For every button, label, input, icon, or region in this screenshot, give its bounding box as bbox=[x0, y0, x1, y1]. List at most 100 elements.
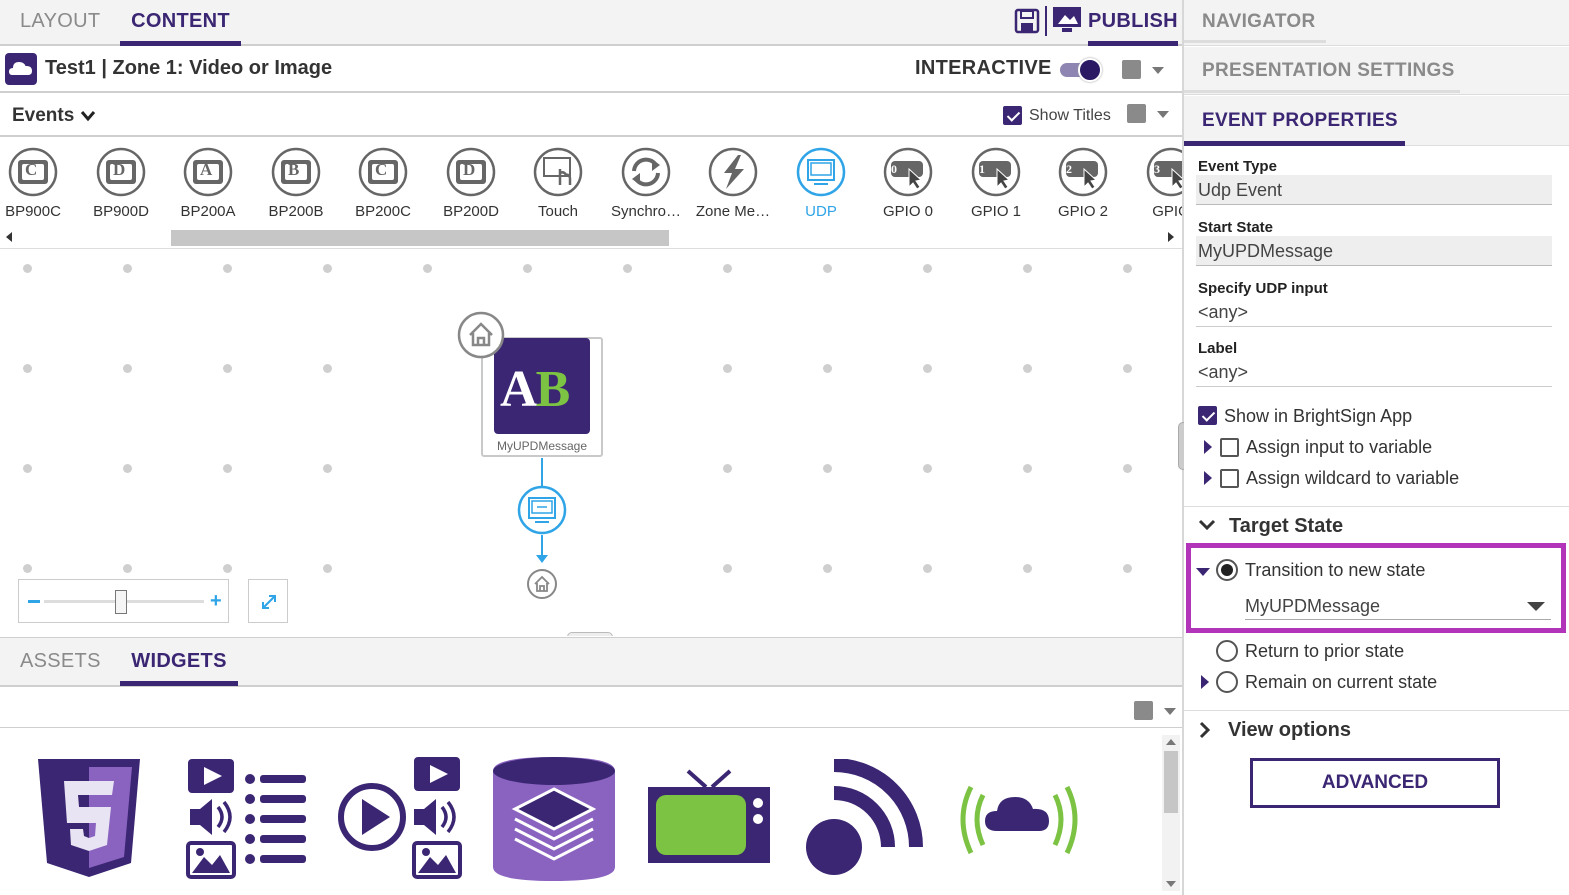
palette-item-bp900d[interactable]: D BP900D bbox=[76, 139, 166, 229]
remain-current-radio[interactable] bbox=[1216, 671, 1238, 693]
interactive-toggle[interactable] bbox=[1060, 58, 1102, 82]
grid-dot bbox=[723, 364, 732, 373]
divider-2 bbox=[1184, 710, 1569, 711]
advanced-button[interactable]: ADVANCED bbox=[1250, 758, 1500, 808]
palette-glyph: 1 bbox=[979, 162, 985, 176]
layers-widget-icon[interactable] bbox=[491, 755, 617, 885]
palette-item-gpio-2[interactable]: 2 GPIO 2 bbox=[1038, 139, 1128, 229]
scroll-up-icon[interactable] bbox=[1166, 739, 1176, 745]
home-state-icon[interactable] bbox=[457, 311, 505, 359]
zoom-out-icon[interactable] bbox=[28, 600, 40, 603]
palette-item-synchro-[interactable]: Synchro… bbox=[601, 139, 691, 229]
widgets-scroll-thumb[interactable] bbox=[1164, 751, 1178, 813]
widgets-scrollbar[interactable] bbox=[1162, 735, 1180, 891]
cloud-feed-widget-icon[interactable] bbox=[953, 775, 1085, 865]
tab-navigator[interactable]: NAVIGATOR bbox=[1184, 0, 1569, 46]
tab-content[interactable]: CONTENT bbox=[120, 0, 241, 46]
show-in-app-checkbox[interactable] bbox=[1198, 406, 1217, 425]
target-home-icon[interactable] bbox=[526, 568, 558, 600]
view-options-title[interactable]: View options bbox=[1228, 719, 1351, 742]
target-state-title[interactable]: Target State bbox=[1229, 515, 1343, 538]
widgets-color-swatch[interactable] bbox=[1134, 701, 1153, 720]
grid-dot bbox=[1123, 564, 1132, 573]
zone-color-swatch[interactable] bbox=[1122, 60, 1141, 79]
bottom-tab-bar: ASSETS WIDGETS bbox=[0, 637, 1182, 687]
palette-item-bp900c[interactable]: C BP900C bbox=[0, 139, 78, 229]
transition-collapse-icon[interactable] bbox=[1196, 568, 1210, 576]
palette-item-gpio-1[interactable]: 1 GPIO 1 bbox=[951, 139, 1041, 229]
start-state-label: Start State bbox=[1198, 219, 1274, 236]
palette-item-label: BP900C bbox=[5, 203, 61, 220]
scroll-right-icon[interactable] bbox=[1168, 232, 1174, 242]
scroll-thumb[interactable] bbox=[171, 230, 669, 246]
transition-new-radio[interactable] bbox=[1216, 559, 1238, 581]
scroll-left-icon[interactable] bbox=[6, 232, 12, 242]
target-state-chevron-down-icon[interactable] bbox=[1198, 518, 1216, 532]
palette-item-bp200c[interactable]: C BP200C bbox=[338, 139, 428, 229]
media-player-widget-icon[interactable] bbox=[336, 755, 464, 883]
transition-new-label: Transition to new state bbox=[1245, 560, 1426, 580]
palette-item-zone-me-[interactable]: Zone Me… bbox=[688, 139, 778, 229]
grid-dot bbox=[323, 564, 332, 573]
palette-item-bp200a[interactable]: A BP200A bbox=[163, 139, 253, 229]
zone-message-icon bbox=[708, 147, 758, 197]
resize-grip[interactable] bbox=[567, 632, 613, 636]
zoom-in-icon[interactable]: + bbox=[210, 591, 222, 611]
scroll-down-icon[interactable] bbox=[1166, 881, 1176, 887]
widgets-menu-chevron-icon[interactable] bbox=[1164, 708, 1176, 715]
publish-icon[interactable] bbox=[1052, 6, 1082, 34]
zoom-slider-handle[interactable] bbox=[115, 590, 127, 614]
fit-to-screen-button[interactable] bbox=[248, 579, 288, 623]
zone-menu-chevron-icon[interactable] bbox=[1152, 67, 1164, 74]
grid-dot bbox=[923, 464, 932, 473]
remain-current-expand-icon[interactable] bbox=[1201, 675, 1209, 689]
media-list-widget-icon[interactable] bbox=[186, 757, 310, 881]
transition-highlight-box: Transition to new state MyUPDMessage bbox=[1186, 543, 1566, 633]
html5-widget-icon[interactable] bbox=[36, 757, 142, 879]
state-canvas[interactable]: AB MyUPDMessage + bbox=[0, 250, 1182, 636]
events-bar: Events Show Titles bbox=[0, 95, 1182, 137]
grid-dot bbox=[923, 564, 932, 573]
grid-dot bbox=[1023, 464, 1032, 473]
udp-event-node-icon[interactable] bbox=[517, 485, 567, 535]
publish-button[interactable]: PUBLISH bbox=[1088, 0, 1178, 46]
grid-dot bbox=[223, 564, 232, 573]
grid-dot bbox=[723, 264, 732, 273]
events-chevron-down-icon[interactable] bbox=[80, 110, 96, 122]
palette-item-bp200d[interactable]: D BP200D bbox=[426, 139, 516, 229]
palette-item-gpio[interactable]: 3 GPIO bbox=[1126, 139, 1182, 229]
tab-assets[interactable]: ASSETS bbox=[20, 638, 101, 686]
properties-pane: NAVIGATOR PRESENTATION SETTINGS EVENT PR… bbox=[1184, 0, 1569, 895]
palette-item-label: Touch bbox=[537, 203, 579, 220]
tab-widgets[interactable]: WIDGETS bbox=[120, 638, 238, 686]
return-prior-radio[interactable] bbox=[1216, 640, 1238, 662]
save-icon[interactable] bbox=[1014, 8, 1040, 34]
palette-scrollbar[interactable] bbox=[0, 228, 1182, 248]
assign-wildcard-expand-icon[interactable] bbox=[1204, 471, 1212, 485]
presentation-settings-label: PRESENTATION SETTINGS bbox=[1202, 60, 1455, 81]
events-dropdown-label[interactable]: Events bbox=[12, 105, 74, 127]
tab-presentation-settings[interactable]: PRESENTATION SETTINGS bbox=[1184, 47, 1569, 95]
target-state-select[interactable]: MyUPDMessage bbox=[1245, 592, 1551, 620]
grid-dot bbox=[23, 464, 32, 473]
palette-item-gpio-0[interactable]: 0 GPIO 0 bbox=[863, 139, 953, 229]
live-tv-widget-icon[interactable] bbox=[646, 769, 772, 865]
tab-layout[interactable]: LAYOUT bbox=[20, 0, 100, 46]
assign-wildcard-checkbox[interactable] bbox=[1220, 469, 1239, 488]
palette-item-touch[interactable]: Touch bbox=[513, 139, 603, 229]
udp-input-field[interactable]: <any> bbox=[1196, 297, 1552, 327]
assign-input-checkbox[interactable] bbox=[1220, 438, 1239, 457]
zone-title: Test1 | Zone 1: Video or Image bbox=[45, 57, 333, 79]
view-options-chevron-right-icon[interactable] bbox=[1198, 721, 1212, 739]
palette-item-udp[interactable]: UDP bbox=[776, 139, 866, 229]
palette-glyph: A bbox=[200, 160, 213, 179]
rss-feed-widget-icon[interactable] bbox=[804, 759, 924, 877]
show-titles-checkbox[interactable] bbox=[1003, 106, 1022, 125]
assign-input-expand-icon[interactable] bbox=[1204, 440, 1212, 454]
palette-item-bp200b[interactable]: B BP200B bbox=[251, 139, 341, 229]
state-thumbnail: AB bbox=[494, 338, 590, 434]
label-field[interactable]: <any> bbox=[1196, 357, 1552, 387]
events-color-swatch[interactable] bbox=[1127, 104, 1146, 123]
events-menu-chevron-icon[interactable] bbox=[1157, 111, 1169, 118]
tab-event-properties[interactable]: EVENT PROPERTIES bbox=[1184, 96, 1569, 146]
